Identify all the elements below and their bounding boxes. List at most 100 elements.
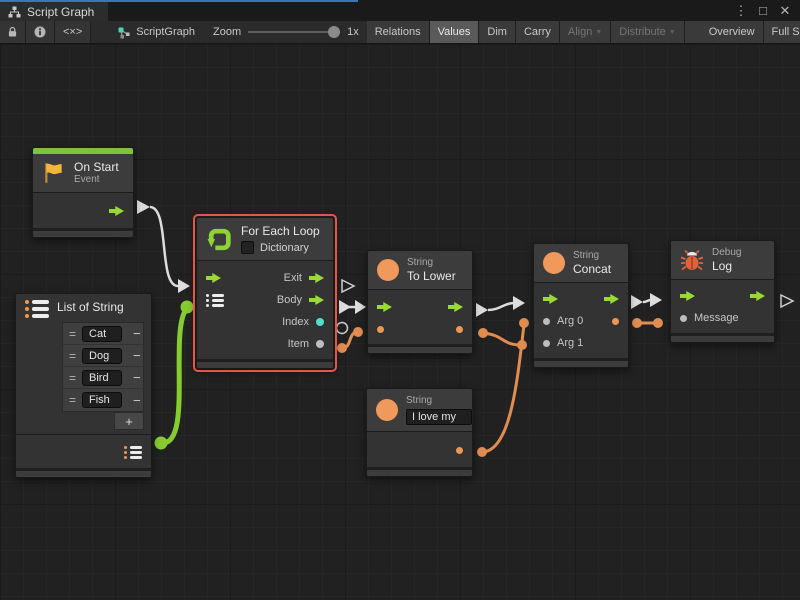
remove-item-button[interactable]: −	[128, 393, 146, 408]
wire-end-triangle	[178, 279, 190, 293]
flow-input-port[interactable]	[206, 273, 221, 284]
wire-literal-arg0	[482, 325, 524, 452]
node-debug-log[interactable]: Debug Log Message	[670, 240, 775, 343]
zoom-control: Zoom 1x	[205, 21, 367, 43]
drag-handle-icon[interactable]: =	[69, 349, 76, 363]
wire-dot	[181, 301, 194, 314]
focus-accent-line	[0, 0, 358, 2]
add-item-button[interactable]: +	[114, 412, 144, 430]
flow-output-port[interactable]	[448, 302, 463, 313]
wire-tolower-concat	[488, 303, 514, 310]
relations-button[interactable]: Relations	[367, 21, 430, 43]
node-footer	[16, 468, 151, 477]
zoom-slider-handle[interactable]	[328, 26, 340, 38]
zoom-label: Zoom	[213, 26, 241, 38]
node-list-of-string[interactable]: List of String = Cat − = Dog − = Bird −	[15, 293, 152, 478]
maximize-icon[interactable]: □	[754, 3, 772, 18]
node-title: For Each Loop	[241, 224, 320, 238]
info-icon	[34, 26, 46, 38]
list-icon	[25, 300, 49, 318]
index-unconnected-circle	[337, 323, 348, 334]
chevron-down-icon: ▼	[669, 29, 676, 36]
node-string-concat[interactable]: String Concat Arg 0 Arg 1	[533, 243, 629, 368]
code-view-button[interactable]: <×>	[55, 21, 91, 43]
value-output-port[interactable]	[456, 447, 463, 454]
graph-canvas[interactable]: On Start Event List of String	[0, 44, 800, 600]
zoom-slider-track	[248, 31, 340, 33]
list-input-port[interactable]	[206, 294, 224, 307]
node-footer	[197, 359, 333, 368]
node-title: Concat	[573, 262, 611, 276]
node-type-label: String	[407, 257, 456, 269]
wire-concat-log	[643, 300, 652, 302]
string-type-icon	[376, 399, 398, 421]
flow-input-port[interactable]	[543, 294, 558, 305]
list-output-port[interactable]	[124, 446, 142, 459]
flow-output-port[interactable]	[750, 291, 765, 302]
node-header: On Start Event	[33, 154, 133, 192]
flow-input-port[interactable]	[680, 291, 695, 302]
info-button[interactable]	[26, 21, 55, 43]
wire-start-triangle	[137, 200, 150, 214]
zoom-slider[interactable]	[248, 26, 340, 38]
flow-output-port[interactable]	[109, 206, 124, 217]
list-item-row: = Dog −	[63, 345, 143, 367]
result-output-port[interactable]	[612, 318, 619, 325]
flow-input-port[interactable]	[377, 302, 392, 313]
wire-dot	[477, 447, 487, 457]
arg1-input-port[interactable]	[543, 340, 550, 347]
remove-item-button[interactable]: −	[128, 370, 146, 385]
arg0-input-port[interactable]	[543, 318, 550, 325]
body-output-port[interactable]	[309, 295, 324, 306]
drag-handle-icon[interactable]: =	[69, 371, 76, 385]
wire-dot	[155, 437, 168, 450]
carry-button[interactable]: Carry	[516, 21, 560, 43]
list-item-value[interactable]: Bird	[82, 370, 122, 386]
menu-icon[interactable]: ⋮	[732, 3, 750, 19]
node-on-start[interactable]: On Start Event	[32, 147, 134, 238]
flow-output-port[interactable]	[604, 294, 619, 305]
lock-button[interactable]	[0, 21, 26, 43]
message-input-port[interactable]	[680, 315, 687, 322]
port-label-body: Body	[277, 294, 302, 306]
wire-start-triangle	[631, 295, 643, 309]
remove-item-button[interactable]: −	[128, 326, 146, 341]
list-item-value[interactable]: Dog	[82, 348, 122, 364]
node-for-each-loop[interactable]: For Each Loop Dictionary Exit	[196, 217, 334, 369]
node-footer	[368, 344, 472, 353]
wire-dot	[653, 318, 663, 328]
graph-toolbar: <×> ScriptGraph Zoom 1x Relations Values	[0, 21, 800, 44]
remove-item-button[interactable]: −	[128, 348, 146, 363]
node-string-to-lower[interactable]: String To Lower	[367, 250, 473, 354]
wire-dot	[478, 328, 488, 338]
node-header: String Concat	[534, 244, 628, 282]
dictionary-checkbox[interactable]	[241, 241, 254, 254]
dim-button[interactable]: Dim	[479, 21, 516, 43]
string-value-input[interactable]: I love my	[406, 409, 472, 425]
tab-bar: Script Graph ⋮ □ ✕	[0, 0, 800, 21]
overview-button[interactable]: Overview	[701, 21, 764, 43]
node-string-literal[interactable]: String I love my	[366, 388, 473, 477]
graph-name-chip[interactable]: ScriptGraph	[107, 21, 205, 43]
distribute-dropdown[interactable]: Distribute ▼	[611, 21, 684, 43]
distribute-label: Distribute	[619, 26, 665, 38]
list-item-value[interactable]: Cat	[82, 326, 122, 342]
drag-handle-icon[interactable]: =	[69, 327, 76, 341]
drag-handle-icon[interactable]: =	[69, 393, 76, 407]
item-output-port[interactable]	[316, 340, 324, 348]
loop-icon	[206, 226, 233, 253]
result-output-port[interactable]	[456, 326, 463, 333]
value-input-port[interactable]	[377, 326, 384, 333]
flag-icon	[42, 161, 66, 185]
fullscreen-button[interactable]: Full Screen	[764, 21, 800, 43]
values-button[interactable]: Values	[430, 21, 480, 43]
wire-end-triangle	[513, 296, 525, 310]
exit-output-port[interactable]	[309, 273, 324, 284]
tab-script-graph[interactable]: Script Graph	[0, 2, 108, 21]
node-header: Debug Log	[671, 241, 774, 279]
list-item-value[interactable]: Fish	[82, 392, 122, 408]
close-icon[interactable]: ✕	[776, 3, 794, 19]
align-dropdown[interactable]: Align ▼	[560, 21, 611, 43]
index-output-port[interactable]	[316, 318, 324, 326]
wire-dot	[337, 343, 347, 353]
